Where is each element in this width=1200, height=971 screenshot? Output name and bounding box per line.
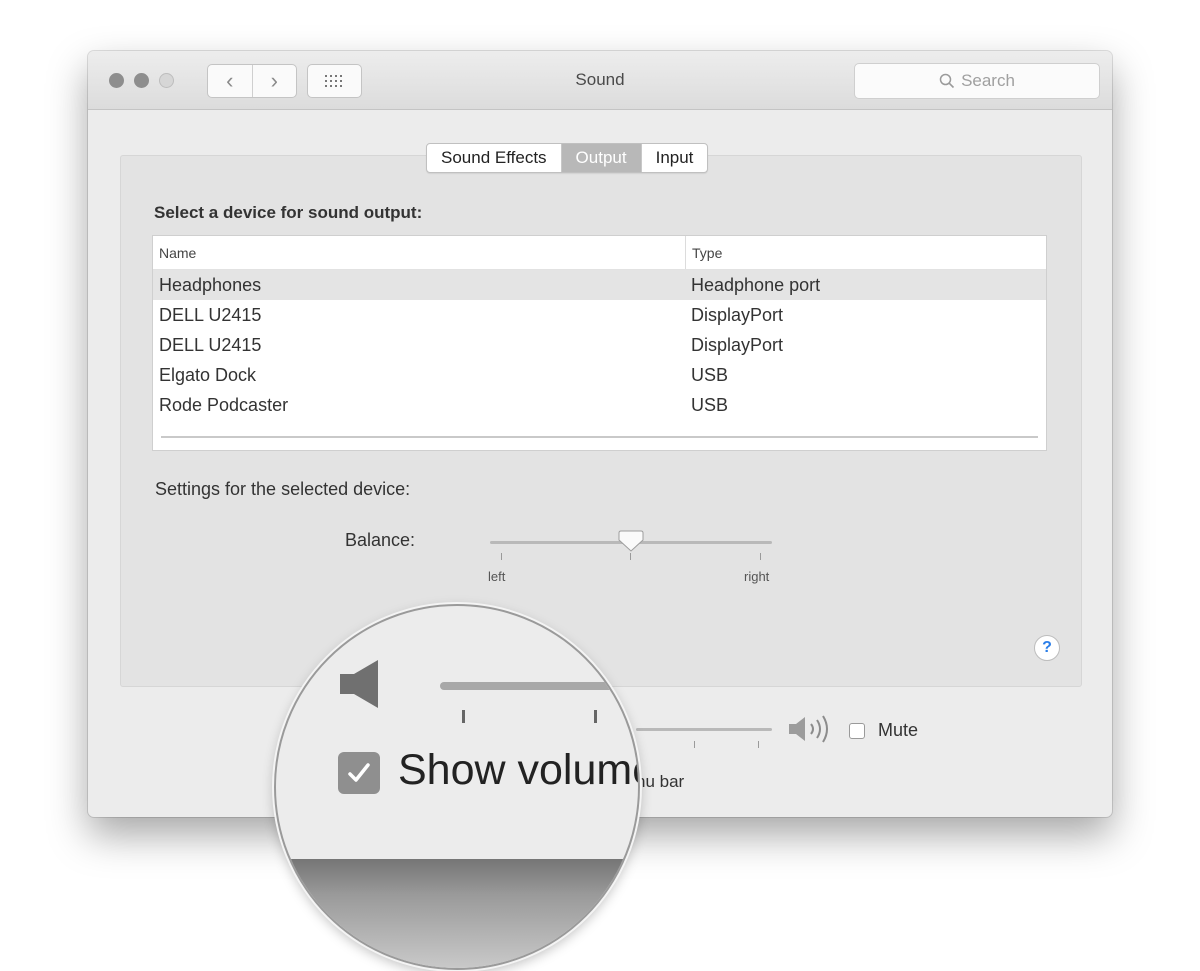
- balance-tick-center: [630, 553, 631, 560]
- table-row[interactable]: Rode Podcaster USB: [153, 390, 1046, 420]
- column-header-type[interactable]: Type: [686, 236, 722, 269]
- mute-label: Mute: [878, 720, 919, 740]
- balance-tick-left: [501, 553, 502, 560]
- tab-input[interactable]: Input: [640, 144, 708, 172]
- output-device-table: Name Type Headphones Headphone port DELL…: [152, 235, 1047, 451]
- device-name: Headphones: [159, 274, 262, 295]
- table-row[interactable]: DELL U2415 DisplayPort: [153, 330, 1046, 360]
- search-icon: [939, 73, 955, 89]
- balance-right-label: right: [744, 569, 770, 584]
- show-volume-in-menu-bar-label: nu bar: [636, 772, 685, 791]
- device-type: USB: [691, 364, 729, 385]
- speaker-quiet-icon: [340, 660, 378, 708]
- device-name: Rode Podcaster: [159, 394, 289, 415]
- output-section-title: Select a device for sound output:: [154, 203, 423, 222]
- balance-knob[interactable]: [618, 529, 644, 553]
- speaker-loud-icon: [789, 715, 828, 743]
- volume-tick: [694, 741, 695, 748]
- device-name: Elgato Dock: [159, 364, 257, 385]
- table-row[interactable]: DELL U2415 DisplayPort: [153, 300, 1046, 330]
- magnifier-lens: Show volume: [274, 604, 640, 970]
- volume-track[interactable]: [636, 728, 772, 731]
- magnified-window-edge: [276, 859, 638, 968]
- mute-checkbox[interactable]: [849, 723, 865, 739]
- balance-left-label: left: [488, 569, 506, 584]
- horizontal-scrollbar[interactable]: [161, 436, 1038, 438]
- search-placeholder: Search: [961, 71, 1015, 90]
- device-name: DELL U2415: [159, 304, 262, 325]
- device-type: USB: [691, 394, 729, 415]
- tab-output[interactable]: Output: [560, 144, 641, 172]
- magnified-volume-tick: [594, 710, 597, 723]
- checkmark-icon: [348, 763, 370, 782]
- volume-tick: [758, 741, 759, 748]
- titlebar: ‹ › Sound Search: [88, 51, 1112, 110]
- tab-sound-effects[interactable]: Sound Effects: [427, 144, 561, 172]
- tab-bar: Sound Effects Output Input: [426, 143, 709, 173]
- balance-label: Balance:: [345, 530, 416, 550]
- table-row[interactable]: Elgato Dock USB: [153, 360, 1046, 390]
- device-name: DELL U2415: [159, 334, 262, 355]
- device-type: DisplayPort: [691, 334, 784, 355]
- search-field[interactable]: Search: [854, 63, 1100, 99]
- help-button[interactable]: ?: [1034, 635, 1060, 661]
- balance-tick-right: [760, 553, 761, 560]
- table-row[interactable]: Headphones Headphone port: [153, 270, 1046, 300]
- settings-label: Settings for the selected device:: [155, 479, 411, 499]
- show-volume-checkbox[interactable]: [338, 752, 380, 794]
- table-header: Name Type: [153, 236, 1046, 270]
- device-type: Headphone port: [691, 274, 821, 295]
- column-header-name[interactable]: Name: [153, 236, 686, 269]
- device-type: DisplayPort: [691, 304, 784, 325]
- magnified-volume-track: [440, 682, 638, 690]
- show-volume-label: Show volume: [398, 746, 640, 794]
- magnified-volume-tick: [462, 710, 465, 723]
